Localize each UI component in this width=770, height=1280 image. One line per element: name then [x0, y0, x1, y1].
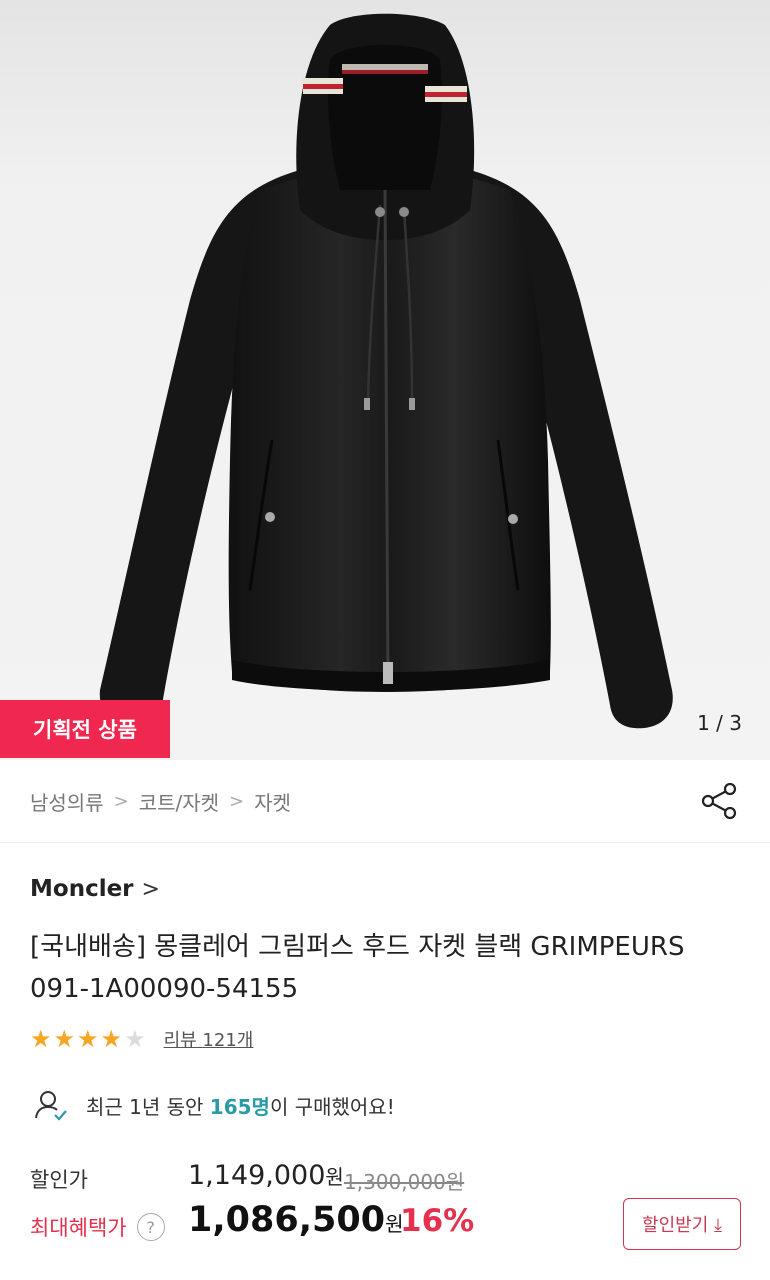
- buyers-suffix: 이 구매했어요!: [269, 1094, 395, 1119]
- star-filled-icon: ★: [53, 1025, 76, 1053]
- breadcrumb-item-mens-clothing[interactable]: 남성의류: [30, 787, 104, 816]
- sale-price-amount: 1,149,000: [188, 1160, 326, 1191]
- star-filled-icon: ★: [30, 1025, 52, 1053]
- breadcrumb-item-coat-jacket[interactable]: 코트/자켓: [139, 787, 219, 816]
- max-benefit-label-group: 최대혜택가 ?: [30, 1212, 165, 1242]
- user-check-icon: [35, 1091, 67, 1121]
- max-benefit-price: 1,086,500원: [188, 1200, 403, 1240]
- star-empty-icon: ★: [124, 1025, 146, 1053]
- review-count-link[interactable]: 리뷰 121개: [164, 1026, 254, 1052]
- buyers-prefix: 최근 1년 동안: [86, 1094, 210, 1119]
- brand-link[interactable]: Moncler >: [30, 876, 160, 902]
- sale-price: 1,149,000원: [188, 1160, 344, 1191]
- star-filled-icon: ★: [100, 1025, 123, 1053]
- brand-name: Moncler: [30, 876, 134, 902]
- product-title-line2: 091-1A00090-54155: [30, 974, 299, 1004]
- product-title: [국내배송] 몽클레어 그림퍼스 후드 자켓 블랙 GRIMPEURS 091-…: [30, 926, 740, 1010]
- max-benefit-amount: 1,086,500: [188, 1200, 386, 1240]
- product-title-line1: [국내배송] 몽클레어 그림퍼스 후드 자켓 블랙 GRIMPEURS: [30, 932, 685, 962]
- breadcrumb: 남성의류 > 코트/자켓 > 자켓: [30, 787, 291, 816]
- help-icon[interactable]: ?: [136, 1213, 165, 1241]
- breadcrumb-bar: 남성의류 > 코트/자켓 > 자켓: [0, 760, 770, 843]
- max-benefit-label: 최대혜택가: [30, 1216, 127, 1240]
- image-counter: 1 / 3: [697, 711, 742, 735]
- product-image-carousel[interactable]: 기획전 상품 1 / 3: [0, 0, 770, 760]
- discount-rate: 16%: [400, 1203, 475, 1239]
- get-discount-button[interactable]: 할인받기 ⤓: [623, 1198, 741, 1250]
- product-rating: ★ ★ ★ ★ ★ 리뷰 121개: [30, 1026, 253, 1052]
- sale-price-currency: 원: [325, 1165, 344, 1189]
- recent-buyers-notice: 최근 1년 동안 165명 이 구매했어요!: [34, 1088, 395, 1122]
- promotion-badge: 기획전 상품: [0, 700, 170, 758]
- buyers-count: 165명: [209, 1094, 270, 1119]
- star-filled-icon: ★: [77, 1025, 99, 1053]
- share-icon[interactable]: [698, 780, 740, 822]
- sale-price-label: 할인가: [30, 1168, 88, 1192]
- product-jacket-image: [99, 13, 673, 729]
- chevron-right-icon: >: [113, 790, 129, 812]
- original-price: 1,300,000원: [344, 1170, 465, 1194]
- breadcrumb-item-jacket[interactable]: 자켓: [254, 787, 291, 816]
- chevron-right-icon: >: [229, 790, 245, 812]
- chevron-right-icon: >: [141, 876, 160, 902]
